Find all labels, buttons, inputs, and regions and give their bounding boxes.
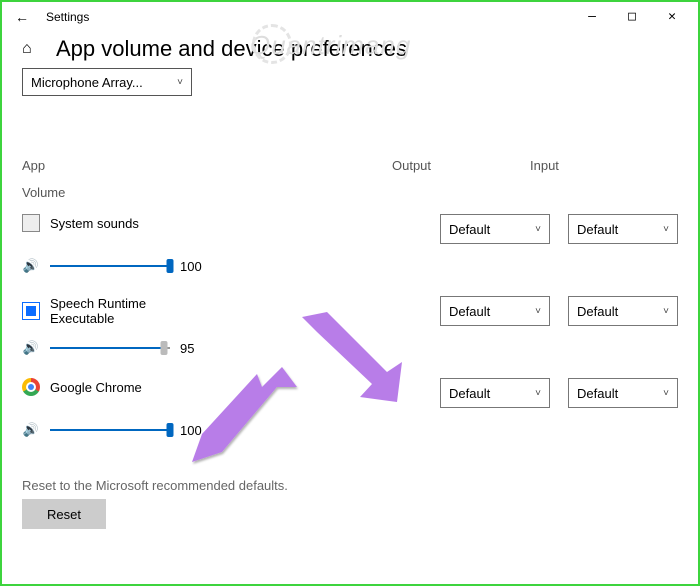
- volume-label: Volume: [22, 185, 678, 200]
- output-select-value: Default: [449, 386, 490, 401]
- chevron-down-icon: ˅: [663, 224, 669, 235]
- column-app-label: App: [22, 158, 392, 173]
- device-dropdown-value: Microphone Array...: [31, 75, 143, 90]
- app-row: Google Chrome Default ˅ Default ˅: [22, 378, 678, 408]
- input-select-value: Default: [577, 222, 618, 237]
- volume-slider[interactable]: [50, 259, 170, 273]
- reset-button[interactable]: Reset: [22, 499, 106, 529]
- chevron-down-icon: ˅: [663, 388, 669, 399]
- device-dropdown[interactable]: Microphone Array... ˅: [22, 68, 192, 96]
- volume-value: 95: [180, 341, 194, 356]
- window-title: Settings: [46, 10, 89, 24]
- input-select[interactable]: Default ˅: [568, 296, 678, 326]
- output-select[interactable]: Default ˅: [440, 378, 550, 408]
- app-name-label: Google Chrome: [50, 380, 142, 395]
- input-select-value: Default: [577, 386, 618, 401]
- maximize-button[interactable]: □: [612, 3, 652, 31]
- output-select-value: Default: [449, 222, 490, 237]
- columns-header: App Output Input: [22, 158, 678, 173]
- speaker-icon[interactable]: 🔊: [22, 258, 40, 274]
- volume-slider-row: 🔊 95: [22, 340, 678, 356]
- chevron-down-icon: ˅: [535, 388, 541, 399]
- volume-slider-row: 🔊 100: [22, 422, 678, 438]
- minimize-button[interactable]: —: [572, 3, 612, 31]
- volume-slider-row: 🔊 100: [22, 258, 678, 274]
- volume-slider[interactable]: [50, 341, 170, 355]
- column-output-label: Output: [392, 158, 512, 173]
- app-icon-system-sounds: [22, 214, 40, 232]
- app-row: Speech Runtime Executable Default ˅ Defa…: [22, 296, 678, 326]
- input-select[interactable]: Default ˅: [568, 214, 678, 244]
- input-select-value: Default: [577, 304, 618, 319]
- back-button[interactable]: ←: [8, 9, 36, 25]
- chevron-down-icon: ˅: [535, 224, 541, 235]
- app-name-label: Speech Runtime Executable: [50, 296, 190, 326]
- speaker-icon[interactable]: 🔊: [22, 422, 40, 438]
- column-input-label: Input: [530, 158, 650, 173]
- chevron-down-icon: ˅: [535, 306, 541, 317]
- reset-description: Reset to the Microsoft recommended defau…: [22, 478, 678, 493]
- chevron-down-icon: ˅: [663, 306, 669, 317]
- home-icon[interactable]: ⌂: [22, 40, 44, 58]
- output-select[interactable]: Default ˅: [440, 214, 550, 244]
- output-select[interactable]: Default ˅: [440, 296, 550, 326]
- app-name-label: System sounds: [50, 216, 139, 231]
- output-select-value: Default: [449, 304, 490, 319]
- input-select[interactable]: Default ˅: [568, 378, 678, 408]
- app-row: System sounds Default ˅ Default ˅: [22, 214, 678, 244]
- chevron-down-icon: ˅: [177, 77, 183, 88]
- title-bar: ← Settings — □ ✕: [2, 2, 698, 32]
- volume-value: 100: [180, 423, 202, 438]
- page-title: App volume and device preferences: [56, 36, 407, 62]
- page-header: ⌂ App volume and device preferences: [2, 32, 698, 68]
- speaker-icon[interactable]: 🔊: [22, 340, 40, 356]
- close-button[interactable]: ✕: [652, 3, 692, 31]
- app-icon-speech-runtime: [22, 302, 40, 320]
- app-icon-google-chrome: [22, 378, 40, 396]
- volume-value: 100: [180, 259, 202, 274]
- volume-slider[interactable]: [50, 423, 170, 437]
